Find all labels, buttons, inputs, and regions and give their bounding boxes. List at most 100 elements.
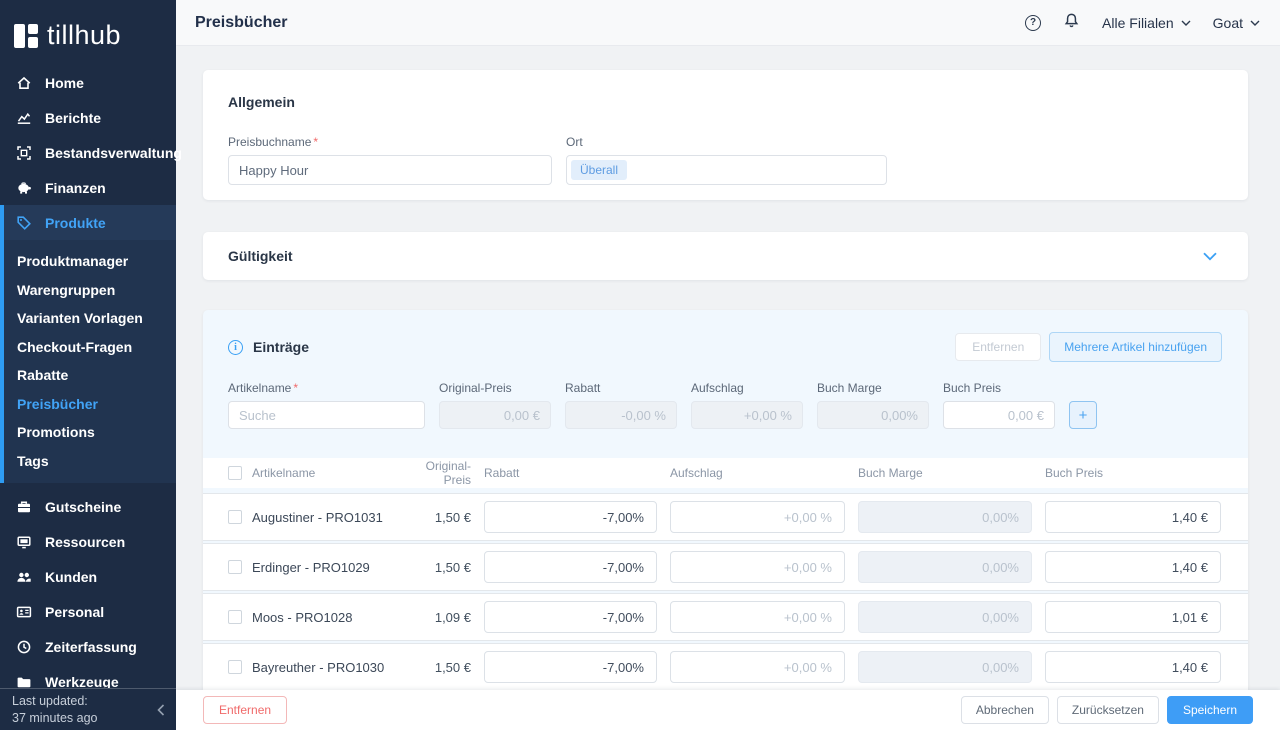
inventory-scan-icon <box>15 144 32 161</box>
sidebar-item-bestandsverwaltung[interactable]: Bestandsverwaltung <box>0 135 176 170</box>
sidebar-item-gutscheine[interactable]: Gutscheine <box>0 489 176 524</box>
entries-title: Einträge <box>253 339 309 355</box>
reports-icon <box>15 109 32 126</box>
voucher-icon <box>15 498 32 515</box>
row-discount-input[interactable] <box>484 601 657 633</box>
account-menu[interactable]: Goat <box>1213 15 1260 31</box>
submenu-item-tags[interactable]: Tags <box>4 447 176 476</box>
row-surcharge-input[interactable] <box>670 651 845 683</box>
row-surcharge-input[interactable] <box>670 601 845 633</box>
sidebar-footer: Last updated: 37 minutes ago <box>0 688 176 730</box>
row-discount-input[interactable] <box>484 501 657 533</box>
row-checkbox[interactable] <box>228 610 242 624</box>
sidebar-item-zeiterfassung[interactable]: Zeiterfassung <box>0 629 176 664</box>
table-row: Bayreuther - PRO1030 1,50 € <box>203 643 1248 690</box>
add-multiple-articles-button[interactable]: Mehrere Artikel hinzufügen <box>1049 332 1222 362</box>
row-surcharge-input[interactable] <box>670 551 845 583</box>
sidebar-nav: Home Berichte Bestandsverwaltung Finanze… <box>0 65 176 699</box>
info-icon: i <box>228 340 243 355</box>
surcharge-label: Aufschlag <box>691 381 803 395</box>
location-chip[interactable]: Überall <box>571 160 627 180</box>
original-price-value: 1,09 € <box>411 610 471 625</box>
help-icon[interactable]: ? <box>1025 15 1041 31</box>
branch-selector[interactable]: Alle Filialen <box>1102 15 1191 31</box>
table-row: Augustiner - PRO1031 1,50 € <box>203 493 1248 541</box>
sidebar-item-personal[interactable]: Personal <box>0 594 176 629</box>
validity-card[interactable]: Gültigkeit <box>203 232 1248 280</box>
submenu-item-warengruppen[interactable]: Warengruppen <box>4 276 176 305</box>
expand-chevron-down-icon[interactable] <box>1203 252 1217 261</box>
submenu-item-produktmanager[interactable]: Produktmanager <box>4 247 176 276</box>
sidebar-item-label: Kunden <box>45 569 97 585</box>
sidebar-item-finanzen[interactable]: Finanzen <box>0 170 176 205</box>
notifications-bell-icon[interactable] <box>1063 12 1080 34</box>
monitor-icon <box>15 533 32 550</box>
reset-button[interactable]: Zurücksetzen <box>1057 696 1159 724</box>
book-price-label: Buch Preis <box>943 381 1055 395</box>
sidebar-item-label: Personal <box>45 604 104 620</box>
required-marker: * <box>313 135 318 149</box>
sidebar-item-produkte[interactable]: Produkte <box>0 205 176 240</box>
row-book-price-input[interactable] <box>1045 501 1221 533</box>
discount-input <box>565 401 677 429</box>
tillhub-logo-text: tillhub <box>47 20 121 51</box>
chevron-down-icon <box>1250 20 1260 26</box>
submenu-label: Produktmanager <box>17 253 128 269</box>
submenu-item-varianten-vorlagen[interactable]: Varianten Vorlagen <box>4 304 176 333</box>
save-button[interactable]: Speichern <box>1167 696 1253 724</box>
submenu-item-checkout-fragen[interactable]: Checkout-Fragen <box>4 333 176 362</box>
sidebar-item-ressourcen[interactable]: Ressourcen <box>0 524 176 559</box>
submenu-item-preisbuecher[interactable]: Preisbücher <box>4 390 176 419</box>
column-header-rabatt: Rabatt <box>471 466 657 480</box>
surcharge-input <box>691 401 803 429</box>
row-discount-input[interactable] <box>484 551 657 583</box>
sidebar-collapse-chevron-icon[interactable] <box>156 703 166 717</box>
row-discount-input[interactable] <box>484 651 657 683</box>
table-body: Augustiner - PRO1031 1,50 € Erdinger - P… <box>203 493 1248 690</box>
row-book-price-input[interactable] <box>1045 601 1221 633</box>
general-card: Allgemein Preisbuchname* Ort Überall <box>203 70 1248 200</box>
row-checkbox[interactable] <box>228 560 242 574</box>
row-book-margin-input <box>858 501 1032 533</box>
surcharge-field: Aufschlag <box>691 381 803 429</box>
last-updated-line1: Last updated: <box>12 693 156 709</box>
main-content: Allgemein Preisbuchname* Ort Überall Gül… <box>176 47 1280 690</box>
bottom-action-bar: Entfernen Abbrechen Zurücksetzen Speiche… <box>176 690 1280 730</box>
delete-pricebook-button[interactable]: Entfernen <box>203 696 287 724</box>
original-price-field: Original-Preis <box>439 381 551 429</box>
validity-card-title: Gültigkeit <box>228 248 293 264</box>
remove-entries-button: Entfernen <box>955 333 1041 361</box>
row-checkbox[interactable] <box>228 510 242 524</box>
sidebar-item-home[interactable]: Home <box>0 65 176 100</box>
article-name: Erdinger - PRO1029 <box>252 560 411 575</box>
cancel-button[interactable]: Abbrechen <box>961 696 1049 724</box>
submenu-item-promotions[interactable]: Promotions <box>4 418 176 447</box>
add-row-button[interactable]: + <box>1069 401 1097 429</box>
account-name: Goat <box>1213 15 1243 31</box>
row-surcharge-input[interactable] <box>670 501 845 533</box>
discount-label: Rabatt <box>565 381 677 395</box>
article-search-input[interactable] <box>228 401 425 429</box>
original-price-value: 1,50 € <box>411 510 471 525</box>
produkte-submenu: Produktmanager Warengruppen Varianten Vo… <box>0 240 176 483</box>
row-book-price-input[interactable] <box>1045 651 1221 683</box>
submenu-item-rabatte[interactable]: Rabatte <box>4 361 176 390</box>
book-price-field: Buch Preis <box>943 381 1055 429</box>
tillhub-logo[interactable]: tillhub <box>0 0 176 65</box>
book-price-input[interactable] <box>943 401 1055 429</box>
sidebar-item-berichte[interactable]: Berichte <box>0 100 176 135</box>
sidebar-item-kunden[interactable]: Kunden <box>0 559 176 594</box>
customers-icon <box>15 568 32 585</box>
discount-field: Rabatt <box>565 381 677 429</box>
topbar-actions: ? Alle Filialen Goat <box>1025 12 1260 34</box>
location-input[interactable]: Überall <box>566 155 887 185</box>
column-header-original-preis: Original-Preis <box>411 459 471 487</box>
article-search-field: Artikelname* <box>228 381 425 429</box>
entries-form: Artikelname* Original-Preis Rabatt Aufsc… <box>203 362 1248 429</box>
pricebook-name-input[interactable] <box>228 155 552 185</box>
topbar: Preisbücher ? Alle Filialen Goat <box>176 0 1280 46</box>
select-all-checkbox[interactable] <box>228 466 242 480</box>
submenu-label: Warengruppen <box>17 282 115 298</box>
row-book-price-input[interactable] <box>1045 551 1221 583</box>
row-checkbox[interactable] <box>228 660 242 674</box>
